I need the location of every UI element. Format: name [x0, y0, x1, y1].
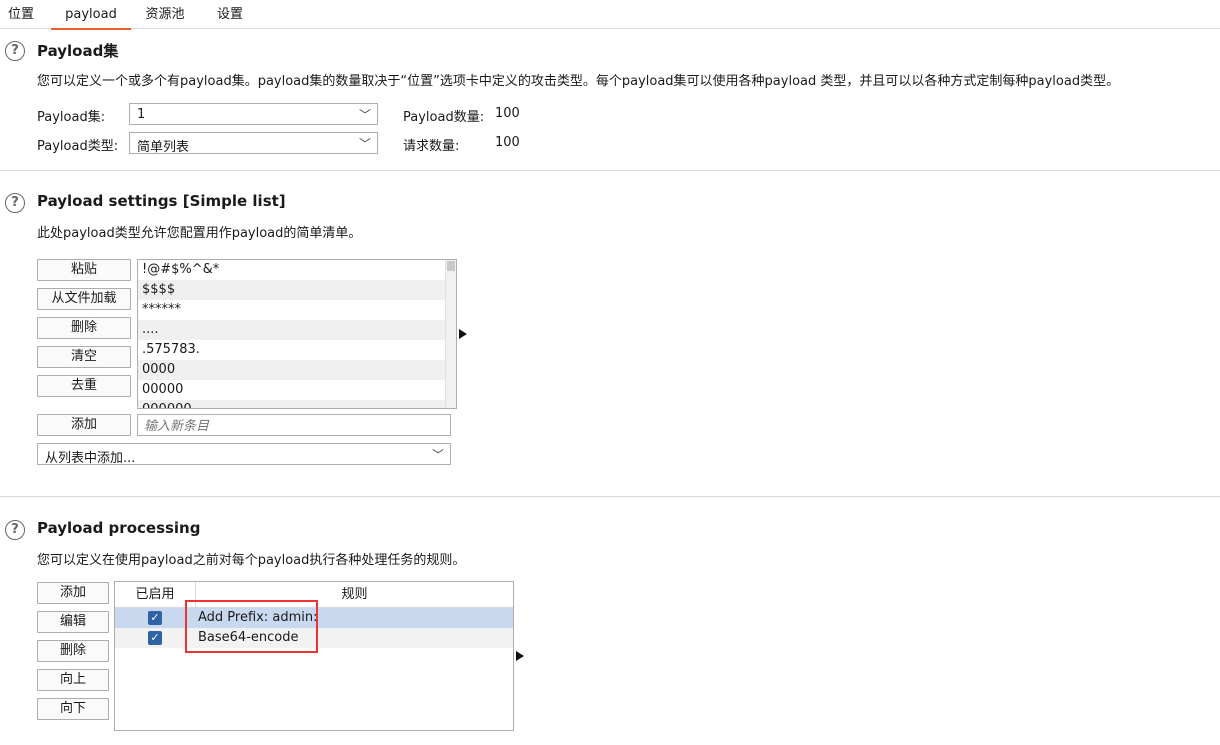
add-from-list-label: 从列表中添加... [45, 451, 136, 466]
list-item[interactable]: 0000 [138, 360, 446, 380]
tab-payloads[interactable]: payload [51, 0, 131, 30]
section-divider [0, 496, 1220, 497]
paste-button[interactable]: 粘贴 [37, 259, 131, 281]
new-item-input[interactable] [137, 414, 451, 436]
move-up-button[interactable]: 向上 [37, 669, 109, 691]
help-circle-icon[interactable]: ? [5, 193, 25, 213]
payload-set-select[interactable]: 1 ﹀ [129, 103, 378, 125]
request-count-label: 请求数量: [403, 139, 460, 154]
payload-count-label: Payload数量: [403, 110, 485, 125]
list-item[interactable]: 00000 [138, 380, 446, 400]
list-scrollbar[interactable] [445, 260, 456, 408]
column-header-enabled[interactable]: 已启用 [115, 582, 196, 608]
payload-type-select[interactable]: 简单列表 ﹀ [129, 132, 378, 155]
deduplicate-button[interactable]: 去重 [37, 375, 131, 397]
edit-rule-button[interactable]: 编辑 [37, 611, 109, 633]
payload-processing-description: 您可以定义在使用payload之前对每个payload执行各种处理任务的规则。 [37, 553, 466, 568]
move-down-button[interactable]: 向下 [37, 698, 109, 720]
list-item[interactable]: .575783. [138, 340, 446, 360]
clear-button[interactable]: 清空 [37, 346, 131, 368]
triangle-right-icon[interactable] [516, 651, 524, 661]
section-divider [0, 170, 1220, 171]
remove-rule-button[interactable]: 删除 [37, 640, 109, 662]
chevron-down-icon: ﹀ [358, 108, 371, 122]
payload-set-value: 1 [137, 107, 146, 122]
request-count-value: 100 [495, 135, 520, 150]
tab-label: 资源池 [145, 7, 185, 22]
payload-set-label: Payload集: [37, 110, 106, 125]
highlight-annotation-box [185, 600, 318, 653]
payload-type-label: Payload类型: [37, 139, 119, 154]
payload-list[interactable]: !@#$%^&* $$$$ ****** .... .575783. 0000 … [137, 259, 457, 409]
payload-sets-description: 您可以定义一个或多个有payload集。payload集的数量取决于“位置”选项… [37, 74, 1120, 89]
scrollbar-thumb[interactable] [447, 261, 455, 271]
load-from-file-button[interactable]: 从文件加载 [37, 288, 131, 310]
payload-sets-title: Payload集 [37, 42, 119, 60]
add-from-list-select[interactable]: 从列表中添加... ﹀ [37, 443, 451, 466]
chevron-down-icon: ﹀ [358, 137, 371, 151]
tab-settings[interactable]: 设置 [210, 0, 250, 28]
list-item[interactable]: !@#$%^&* [138, 260, 446, 280]
payload-processing-title: Payload processing [37, 519, 201, 537]
payload-settings-description: 此处payload类型允许您配置用作payload的简单清单。 [37, 226, 362, 241]
chevron-down-icon: ﹀ [431, 448, 444, 462]
tab-positions[interactable]: 位置 [0, 0, 42, 28]
list-item[interactable]: .... [138, 320, 446, 340]
checkmark-icon[interactable]: ✓ [148, 631, 162, 645]
tab-label: 设置 [216, 7, 243, 22]
remove-button[interactable]: 删除 [37, 317, 131, 339]
tab-bar: 位置 payload 资源池 设置 [0, 0, 1220, 30]
list-item[interactable]: ****** [138, 300, 446, 320]
checkmark-icon[interactable]: ✓ [148, 611, 162, 625]
payload-count-value: 100 [495, 106, 520, 121]
triangle-right-icon[interactable] [459, 329, 467, 339]
payload-settings-title: Payload settings [Simple list] [37, 192, 286, 210]
tab-resource-pool[interactable]: 资源池 [140, 0, 190, 28]
tab-label: 位置 [7, 7, 34, 22]
tab-label: payload [65, 7, 117, 22]
help-circle-icon[interactable]: ? [5, 520, 25, 540]
add-button[interactable]: 添加 [37, 414, 131, 436]
help-circle-icon[interactable]: ? [5, 41, 25, 61]
list-item[interactable]: $$$$ [138, 280, 446, 300]
add-rule-button[interactable]: 添加 [37, 582, 109, 604]
payload-type-value: 简单列表 [137, 140, 190, 155]
list-item[interactable]: 000000 [138, 400, 446, 408]
